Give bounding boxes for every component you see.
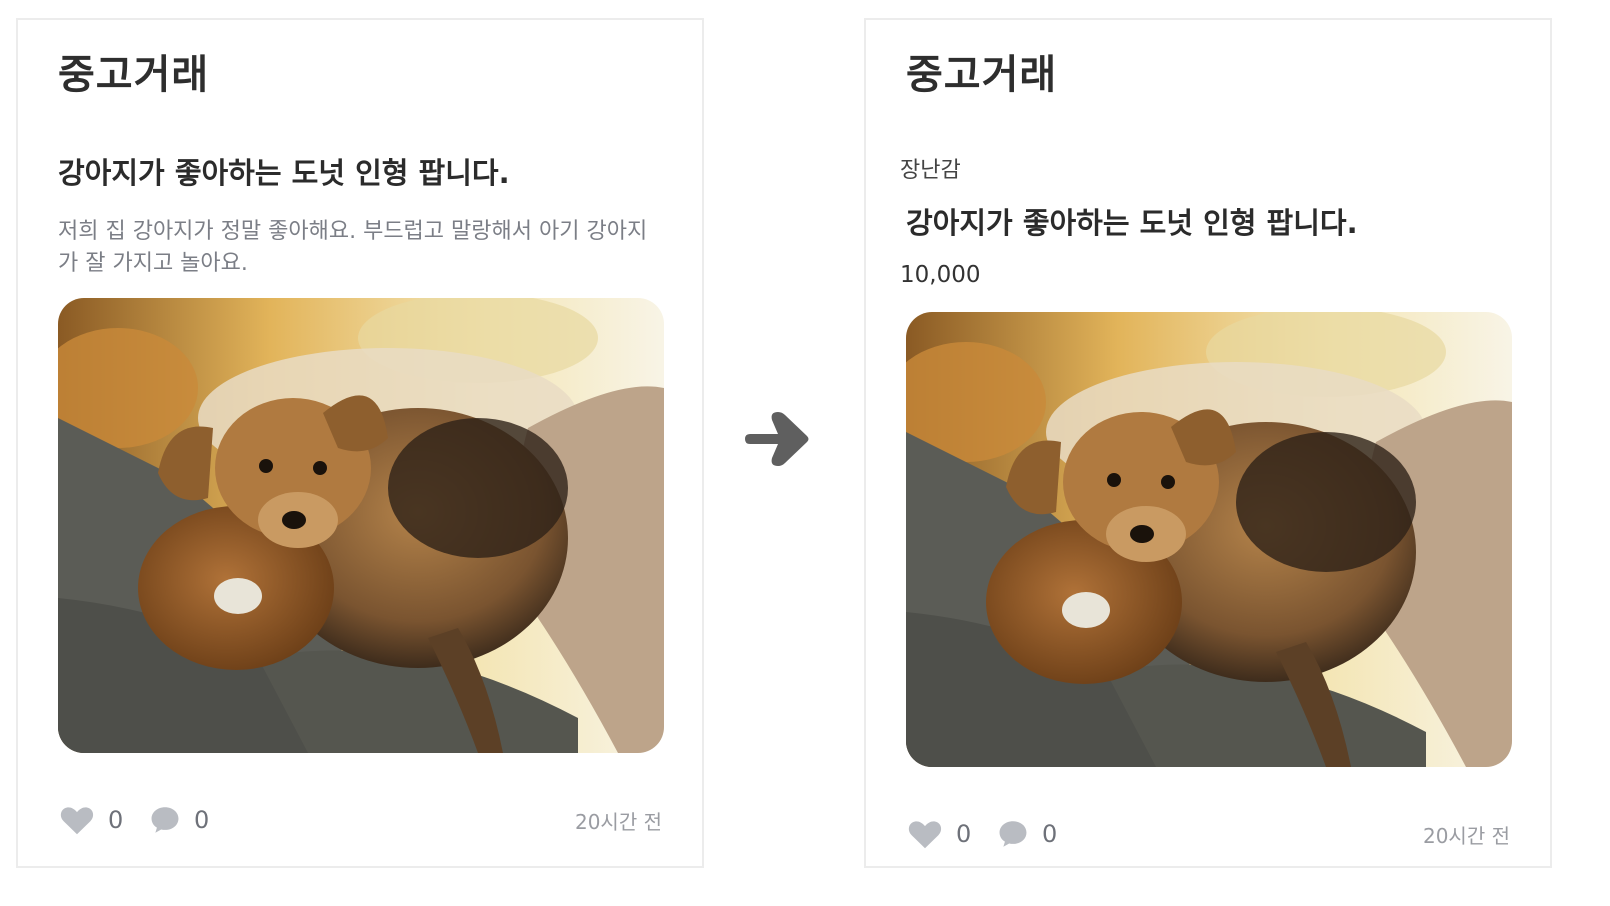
heart-icon [906, 815, 944, 853]
like-count: 0 [108, 806, 124, 834]
post-photo[interactable] [906, 312, 1512, 767]
post-time: 20시간 전 [574, 810, 662, 834]
post-card-before[interactable]: 중고거래 강아지가 좋아하는 도넛 인형 팝니다. 저희 집 강아지가 정말 좋… [16, 18, 704, 868]
post-card-after[interactable]: 중고거래 장난감 강아지가 좋아하는 도넛 인형 팝니다. 10,000 0 0… [864, 18, 1552, 868]
speech-bubble-icon [148, 803, 182, 837]
like-button[interactable]: 0 [58, 800, 123, 840]
post-footer: 0 0 20시간 전 [906, 814, 1510, 854]
post-footer: 0 0 20시간 전 [58, 800, 662, 840]
comment-button[interactable]: 0 [996, 814, 1057, 854]
post-description: 저희 집 강아지가 정말 좋아해요. 부드럽고 말랑해서 아기 강아지가 잘 가… [58, 219, 648, 276]
comment-count: 0 [1042, 820, 1058, 848]
comment-count: 0 [194, 806, 210, 834]
like-count: 0 [956, 820, 972, 848]
like-button[interactable]: 0 [906, 814, 971, 854]
post-category: 장난감 [900, 158, 961, 183]
speech-bubble-icon [996, 817, 1030, 851]
post-time: 20시간 전 [1422, 824, 1510, 848]
section-title: 중고거래 [906, 52, 1058, 98]
post-price: 10,000 [900, 262, 981, 288]
post-title[interactable]: 강아지가 좋아하는 도넛 인형 팝니다. [906, 200, 1358, 242]
post-photo[interactable] [58, 298, 664, 753]
arrow-right-icon [745, 412, 809, 466]
heart-icon [58, 801, 96, 839]
post-title[interactable]: 강아지가 좋아하는 도넛 인형 팝니다. [58, 150, 510, 192]
comment-button[interactable]: 0 [148, 800, 209, 840]
section-title: 중고거래 [58, 52, 210, 98]
